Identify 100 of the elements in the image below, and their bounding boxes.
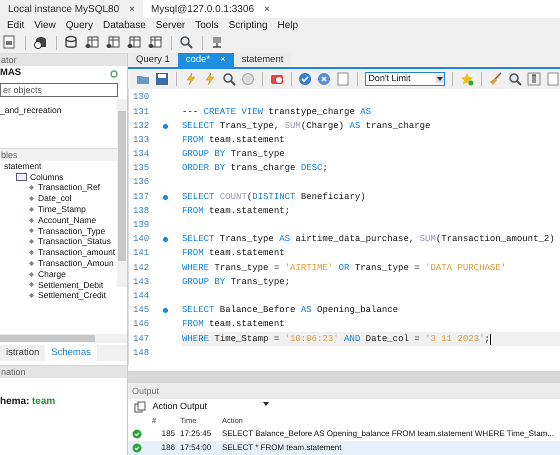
output-row[interactable]: 185 17:25:45 SELECT Balance_Before AS Opening_balance FROM team.statement WHERE Time_Stam...: [128, 427, 560, 441]
code-line: SELECT COUNT(DISTINCT Beneficiary): [182, 190, 366, 204]
line-number: 137: [132, 190, 150, 204]
horizontal-scrollbar[interactable]: [0, 334, 127, 343]
tree-item[interactable]: Transaction_Type: [38, 226, 106, 236]
section-title: MAS: [0, 66, 22, 80]
search-icon[interactable]: [222, 72, 236, 86]
line-number: 145: [132, 304, 150, 318]
paragraph-icon[interactable]: [526, 72, 541, 86]
tree-item[interactable]: Transaction_Status: [38, 236, 111, 248]
tree-item[interactable]: Settlement_Credit: [38, 290, 106, 302]
text-cursor: [490, 334, 491, 345]
line-number: 141: [132, 247, 150, 260]
tree-item[interactable]: Charge: [38, 268, 66, 280]
editor-tab[interactable]: statement: [234, 53, 292, 67]
panel-header: nation: [0, 365, 127, 378]
connection-tab[interactable]: Local instance MySQL80 ×: [0, 0, 144, 18]
tree-item[interactable]: Account_Name: [38, 214, 96, 226]
tree-item[interactable]: Transaction_Amoun: [38, 258, 114, 269]
line-number: 138: [132, 204, 150, 218]
line-number: 130: [132, 91, 150, 104]
line-number: 147: [132, 332, 150, 346]
table-cell-text: 17:25:45: [180, 428, 212, 440]
tree-item[interactable]: Columns: [30, 172, 64, 182]
line-number: 134: [132, 148, 150, 162]
table-cell-text: 17:54:00: [180, 442, 212, 454]
code-line: FROM team.statement;: [182, 204, 290, 218]
dropdown-arrow-icon: [262, 400, 270, 408]
code-line: SELECT Trans_type AS airtime_data_purchase, SUM(Transaction_amount_2): [182, 233, 555, 246]
page-icon[interactable]: [546, 72, 560, 86]
line-number: 136: [132, 176, 150, 190]
line-number: 135: [132, 162, 150, 176]
panel-header: ator: [0, 53, 127, 66]
search-icon[interactable]: [508, 72, 522, 86]
page-icon[interactable]: [336, 72, 350, 86]
copy-icon[interactable]: [134, 401, 146, 413]
code-line: ORDER BY trans_charge DESC;: [182, 162, 328, 176]
toggle-icon[interactable]: [270, 72, 284, 86]
limit-dropdown[interactable]: Don't Limit: [365, 72, 446, 86]
line-number: 140: [132, 233, 150, 246]
tree-item[interactable]: Settlement_Debit: [38, 280, 104, 290]
line-number: 132: [132, 120, 150, 133]
table-cell: SELECT Balance_Before AS Opening_balance FROM team.statement WHERE Time_Stam...: [222, 428, 554, 440]
star-icon[interactable]: [460, 72, 474, 86]
line-number: 148: [132, 346, 150, 360]
menu-item[interactable]: Query: [60, 18, 98, 33]
close-icon[interactable]: ×: [264, 2, 270, 16]
table-cell: SELECT * FROM team.statement: [222, 442, 342, 454]
database-info-icon[interactable]: [33, 35, 49, 51]
line-number: 143: [132, 276, 150, 289]
table-icon[interactable]: [106, 35, 122, 51]
save-icon[interactable]: [155, 72, 169, 86]
table-icon[interactable]: [148, 35, 164, 51]
menu-item[interactable]: Tools: [190, 18, 224, 33]
menu-item[interactable]: View: [29, 18, 61, 33]
tree-item[interactable]: Transaction_Ref: [38, 182, 100, 194]
panel-header: Output: [128, 383, 560, 399]
line-number: 142: [132, 262, 150, 275]
check-icon[interactable]: [298, 72, 312, 86]
code-line: --- CREATE VIEW transtype_charge AS: [182, 106, 372, 119]
table-cell-text: 186: [160, 442, 176, 454]
output-row[interactable]: 186 17:54:00 SELECT * FROM team.statement: [128, 441, 560, 455]
line-number: 131: [132, 106, 150, 119]
line-number: 133: [132, 134, 150, 147]
tree-item[interactable]: Transaction_amount: [38, 247, 116, 258]
vertical-scrollbar[interactable]: [117, 99, 127, 287]
broom-icon[interactable]: [488, 72, 503, 86]
menu-item[interactable]: Server: [150, 18, 190, 33]
table-icon[interactable]: [127, 35, 143, 51]
line-number: 146: [132, 318, 150, 332]
close-icon[interactable]: ×: [129, 2, 136, 16]
horizontal-scrollbar[interactable]: [128, 371, 560, 383]
dropdown-arrow-icon: [436, 75, 444, 83]
editor-tab[interactable]: Query 1: [128, 53, 178, 67]
code-line: GROUP BY Trans_type;: [182, 276, 290, 289]
folder-icon: [16, 172, 27, 182]
tree-item[interactable]: statement: [4, 160, 42, 172]
filter-field[interactable]: er objects: [0, 83, 118, 97]
line-number: 144: [132, 290, 150, 303]
code-line: FROM team.statement: [182, 247, 285, 260]
cancel-icon[interactable]: [317, 72, 332, 86]
code-line: SELECT Balance_Before AS Opening_balance: [182, 304, 398, 318]
menu-item[interactable]: Edit: [2, 18, 30, 33]
schema-label: hema:: [0, 395, 30, 409]
tree-item[interactable]: _and_recreation: [0, 105, 62, 116]
search-icon[interactable]: [179, 35, 195, 51]
line-number: 139: [132, 219, 150, 232]
table-cell-text: 185: [160, 428, 176, 440]
code-line: FROM team.statement: [182, 134, 285, 147]
menu-item[interactable]: Scripting: [224, 18, 272, 33]
code-line: GROUP BY Trans_type: [182, 148, 285, 162]
menu-item[interactable]: Database: [98, 18, 151, 33]
code-line: FROM team.statement: [182, 318, 285, 332]
schema-name: team: [32, 395, 56, 409]
tree-item[interactable]: Date_col: [38, 193, 72, 204]
panel-tab[interactable]: Schemas: [45, 344, 97, 361]
table-icon[interactable]: [85, 35, 101, 51]
tree-item[interactable]: Time_Stamp: [38, 204, 86, 215]
menu-item[interactable]: Help: [272, 18, 304, 33]
code-line: WHERE Time_Stamp = '10:06:23' AND Date_col = '3 11 2023';: [182, 332, 490, 346]
